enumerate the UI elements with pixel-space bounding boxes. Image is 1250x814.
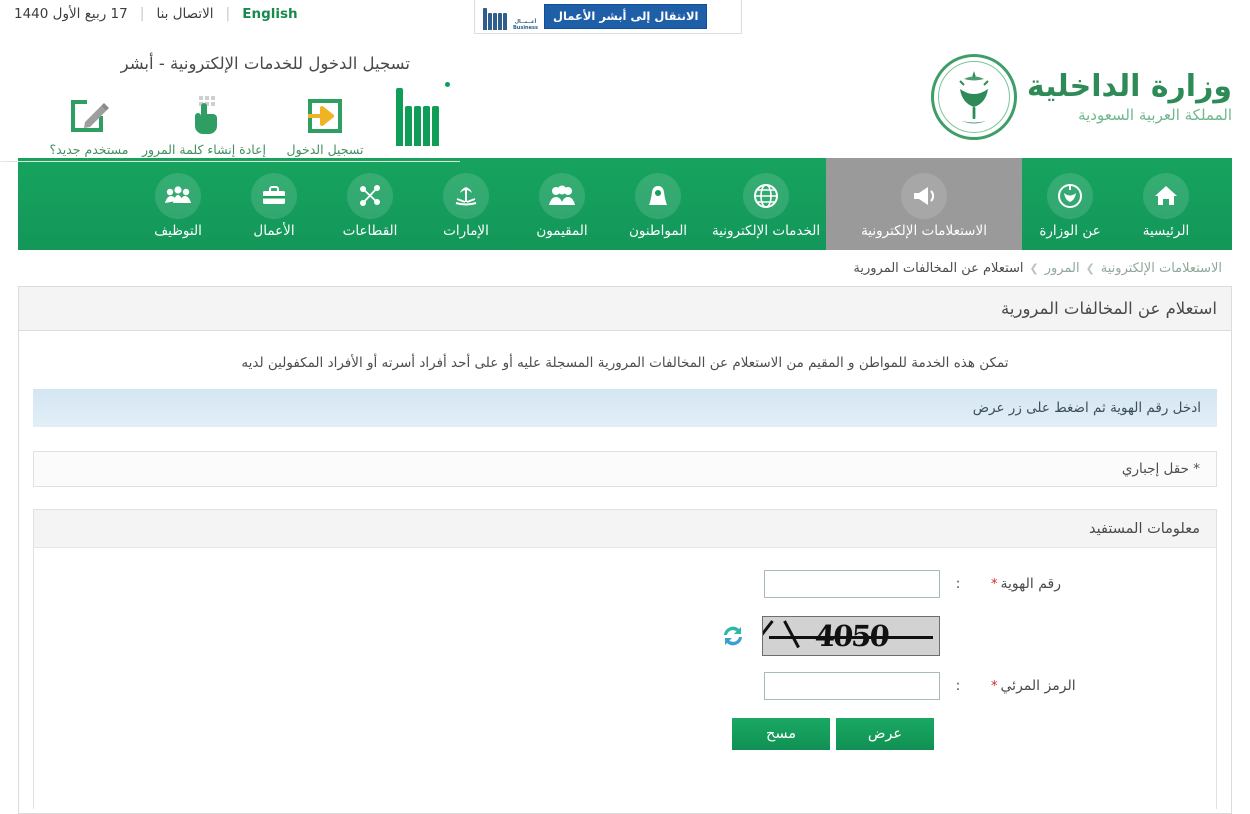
service-panel-body: تمكن هذه الخدمة للمواطن و المقيم من الاس… bbox=[19, 331, 1231, 810]
top-utility-links: English | الاتصال بنا | 17 ربيع الأول 14… bbox=[14, 0, 298, 28]
captcha-noise-line-2 bbox=[783, 620, 800, 649]
new-user-link[interactable]: مستخدم جديد؟ bbox=[30, 90, 148, 157]
goto-absher-business-button[interactable]: الانتقال إلى أبشر الأعمال bbox=[543, 4, 708, 29]
clear-button[interactable]: مسح bbox=[732, 718, 830, 751]
reset-password-link-label: إعادة إنشاء كلمة المرور bbox=[141, 142, 266, 157]
nav-item-electronic-services[interactable]: الخدمات الإلكترونية bbox=[706, 158, 826, 250]
required-asterisk: * bbox=[991, 577, 998, 593]
absher-login-block: تسجيل الدخول للخدمات الإلكترونية - أبشر … bbox=[0, 54, 460, 162]
id-number-row: رقم الهوية* : bbox=[34, 570, 1216, 599]
nav-item-citizens[interactable]: المواطنون bbox=[610, 158, 706, 250]
captcha-image-row: 4050 bbox=[34, 616, 1216, 657]
id-number-colon: : bbox=[955, 576, 961, 593]
instruction-bar: ادخل رقم الهوية ثم اضغط على زر عرض bbox=[33, 389, 1217, 428]
captcha-input-row: الرمز المرئي* : bbox=[34, 672, 1216, 701]
nav-label: الاستعلامات الإلكترونية bbox=[861, 223, 987, 240]
ministry-logo[interactable]: وزارة الداخلية المملكة العربية السعودية bbox=[930, 54, 1233, 140]
nav-item-about-ministry[interactable]: عن الوزارة bbox=[1022, 158, 1118, 250]
nav-item-employment[interactable]: التوظيف bbox=[130, 158, 226, 250]
site-header: وزارة الداخلية المملكة العربية السعودية bbox=[0, 28, 1250, 162]
required-asterisk: * bbox=[991, 679, 998, 695]
topbar-divider-1: | bbox=[225, 6, 231, 22]
absher-logo-icon bbox=[396, 82, 452, 146]
sectors-network-icon bbox=[347, 173, 393, 220]
login-link[interactable]: تسجيل الدخول bbox=[266, 90, 384, 157]
nav-label: الخدمات الإلكترونية bbox=[711, 223, 821, 240]
nav-label: الأعمال bbox=[253, 223, 295, 240]
nav-label: المواطنون bbox=[628, 223, 688, 240]
nav-item-residents[interactable]: المقيمون bbox=[514, 158, 610, 250]
required-field-note: * حقل إجباري bbox=[33, 451, 1217, 488]
beneficiary-info-section: معلومات المستفيد رقم الهوية* : 4050 الرم… bbox=[33, 509, 1217, 810]
service-description: تمكن هذه الخدمة للمواطن و المقيم من الاس… bbox=[241, 355, 1009, 371]
breadcrumb: الاستعلامات الإلكترونية ❯ المرور ❯ استعل… bbox=[18, 250, 1232, 286]
nav-item-sectors[interactable]: القطاعات bbox=[322, 158, 418, 250]
login-links-row: تسجيل الدخول إعادة إنشاء كلمة المرور مست… bbox=[30, 90, 384, 157]
ministry-emblem-icon bbox=[1047, 173, 1093, 220]
breadcrumb-item-current: استعلام عن المخالفات المرورية bbox=[853, 260, 1024, 276]
nav-item-emirates[interactable]: الإمارات bbox=[418, 158, 514, 250]
nav-item-home[interactable]: الرئيسية bbox=[1118, 158, 1214, 250]
service-panel: استعلام عن المخالفات المرورية تمكن هذه ا… bbox=[18, 286, 1232, 814]
breadcrumb-item-inquiries[interactable]: الاستعلامات الإلكترونية bbox=[1101, 261, 1222, 276]
breadcrumb-separator: ❯ bbox=[1085, 261, 1095, 275]
captcha-image: 4050 bbox=[762, 616, 940, 657]
people-group-icon bbox=[539, 173, 585, 220]
ministry-logo-text: وزارة الداخلية المملكة العربية السعودية bbox=[1026, 68, 1233, 124]
nav-label: عن الوزارة bbox=[1039, 223, 1101, 240]
captcha-label-text: الرمز المرئي bbox=[1000, 678, 1076, 695]
id-number-label: رقم الهوية* bbox=[976, 576, 1216, 592]
ministry-name: وزارة الداخلية bbox=[1026, 68, 1233, 104]
nav-label: الإمارات bbox=[443, 223, 489, 240]
login-link-label: تسجيل الدخول bbox=[286, 142, 364, 157]
megaphone-icon bbox=[901, 173, 947, 220]
nav-label: المقيمون bbox=[536, 223, 588, 240]
captcha-label: الرمز المرئي* bbox=[976, 678, 1216, 694]
inquiry-form: رقم الهوية* : 4050 الرمز المرئي*: عرض م… bbox=[34, 548, 1216, 751]
reset-password-link[interactable]: إعادة إنشاء كلمة المرور bbox=[141, 90, 266, 157]
nav-label: الرئيسية bbox=[1142, 223, 1190, 240]
absher-business-logo-icon bbox=[481, 4, 507, 30]
form-actions: عرض مسح bbox=[34, 718, 1216, 751]
language-switch-link[interactable]: English bbox=[242, 6, 297, 22]
captcha-noise-line-3 bbox=[769, 636, 933, 640]
briefcase-icon bbox=[251, 173, 297, 220]
nav-item-electronic-inquiries[interactable]: الاستعلامات الإلكترونية bbox=[826, 158, 1022, 250]
hijri-date: 17 ربيع الأول 1440 bbox=[14, 6, 128, 22]
new-user-link-label: مستخدم جديد؟ bbox=[49, 142, 129, 157]
palm-swords-icon bbox=[443, 173, 489, 220]
globe-icon bbox=[743, 173, 789, 220]
country-name: المملكة العربية السعودية bbox=[1078, 105, 1232, 124]
captcha-noise-line-1 bbox=[763, 620, 774, 649]
breadcrumb-item-traffic[interactable]: المرور bbox=[1045, 261, 1080, 276]
captcha-input[interactable] bbox=[764, 672, 940, 701]
beneficiary-info-title: معلومات المستفيد bbox=[34, 510, 1216, 549]
id-number-input[interactable] bbox=[764, 570, 940, 599]
hand-keypad-icon bbox=[148, 90, 266, 138]
contact-us-link[interactable]: الاتصال بنا bbox=[156, 6, 213, 22]
nav-label: التوظيف bbox=[154, 223, 202, 240]
service-panel-header: استعلام عن المخالفات المرورية bbox=[19, 287, 1231, 331]
citizen-icon bbox=[635, 173, 681, 220]
submit-button[interactable]: عرض bbox=[836, 718, 934, 751]
login-arrow-icon bbox=[266, 90, 384, 138]
main-navigation: الرئيسية عن الوزارة الاستعلامات الإلكترو… bbox=[18, 158, 1232, 250]
page-title: استعلام عن المخالفات المرورية bbox=[1001, 299, 1217, 318]
topbar-divider-2: | bbox=[139, 6, 145, 22]
captcha-colon: : bbox=[955, 678, 961, 695]
absher-business-logo-text: أعــمــال Business bbox=[513, 19, 538, 31]
breadcrumb-separator: ❯ bbox=[1029, 261, 1039, 275]
id-number-label-text: رقم الهوية bbox=[1000, 576, 1061, 593]
ministry-emblem-icon bbox=[930, 54, 1017, 140]
nav-label: القطاعات bbox=[342, 223, 398, 240]
employment-icon bbox=[155, 173, 201, 220]
home-icon bbox=[1143, 173, 1189, 220]
refresh-icon[interactable] bbox=[716, 619, 750, 653]
edit-pencil-icon bbox=[30, 90, 148, 138]
nav-item-business[interactable]: الأعمال bbox=[226, 158, 322, 250]
login-block-title: تسجيل الدخول للخدمات الإلكترونية - أبشر bbox=[120, 54, 410, 73]
absher-business-banner: أعــمــال Business الانتقال إلى أبشر الأ… bbox=[474, 0, 742, 34]
